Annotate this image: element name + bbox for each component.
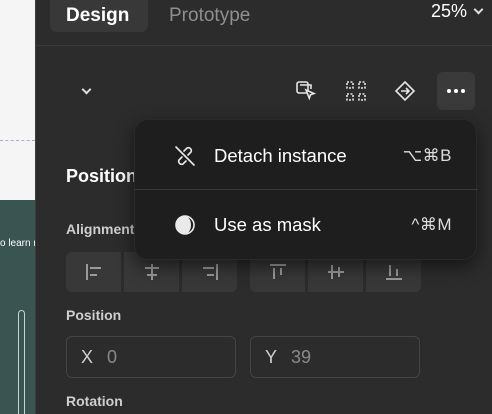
- position-section-title: Position: [66, 166, 137, 186]
- tab-prototype[interactable]: Prototype: [169, 0, 250, 32]
- instance-icon: [394, 80, 416, 102]
- align-horizontal-center-icon: [144, 264, 159, 280]
- panel-tabs: Design Prototype 25%: [36, 0, 492, 46]
- more-icon: [447, 89, 465, 93]
- x-position-field[interactable]: X 0: [66, 336, 236, 378]
- menu-divider: [135, 189, 478, 190]
- menu-item-shortcut: ^⌘M: [411, 215, 452, 234]
- zoom-dropdown[interactable]: 25%: [431, 0, 484, 22]
- y-field-label: Y: [265, 346, 278, 367]
- x-field-value[interactable]: 0: [107, 347, 117, 368]
- go-to-main-component-button[interactable]: [386, 72, 424, 110]
- mask-icon: [175, 215, 195, 235]
- align-left-icon: [85, 264, 101, 280]
- selection-guide: [0, 140, 35, 141]
- select-matching-button[interactable]: [287, 72, 325, 110]
- align-top-icon: [269, 264, 286, 279]
- align-vertical-center-icon: [327, 265, 344, 279]
- menu-item-label: Use as mask: [214, 214, 321, 235]
- detach-icon: [175, 146, 195, 166]
- chevron-down-icon: [473, 4, 484, 14]
- chevron-down-icon[interactable]: [81, 84, 92, 95]
- align-bottom-icon: [385, 265, 402, 280]
- component-icon: [346, 81, 366, 101]
- rotation-label: Rotation: [66, 393, 123, 409]
- canvas-frame[interactable]: o learn r: [0, 200, 35, 414]
- y-field-value[interactable]: 39: [291, 347, 311, 368]
- canvas-frame-text: o learn r: [0, 238, 35, 249]
- menu-item-label: Detach instance: [214, 145, 347, 166]
- zoom-value: 25%: [431, 0, 468, 21]
- create-component-button[interactable]: [337, 72, 375, 110]
- menu-item-use-as-mask[interactable]: Use as mask ^⌘M: [135, 191, 478, 259]
- selection-icon: [296, 81, 317, 101]
- alignment-label: Alignment: [66, 221, 135, 237]
- canvas-slider-shape: [18, 310, 25, 414]
- tab-design[interactable]: Design: [50, 0, 148, 32]
- menu-item-shortcut: ⌥⌘B: [402, 146, 452, 165]
- menu-item-detach-instance[interactable]: Detach instance ⌥⌘B: [135, 122, 478, 190]
- canvas-area[interactable]: o learn r: [0, 0, 35, 414]
- x-field-label: X: [81, 346, 94, 367]
- align-left-button[interactable]: [66, 252, 121, 292]
- position-label: Position: [66, 307, 122, 323]
- align-right-icon: [202, 264, 218, 280]
- more-options-button[interactable]: [437, 72, 475, 110]
- y-position-field[interactable]: Y 39: [250, 336, 420, 378]
- instance-toolbar: [36, 62, 492, 120]
- more-options-menu: Detach instance ⌥⌘B Use as mask ^⌘M: [134, 119, 478, 260]
